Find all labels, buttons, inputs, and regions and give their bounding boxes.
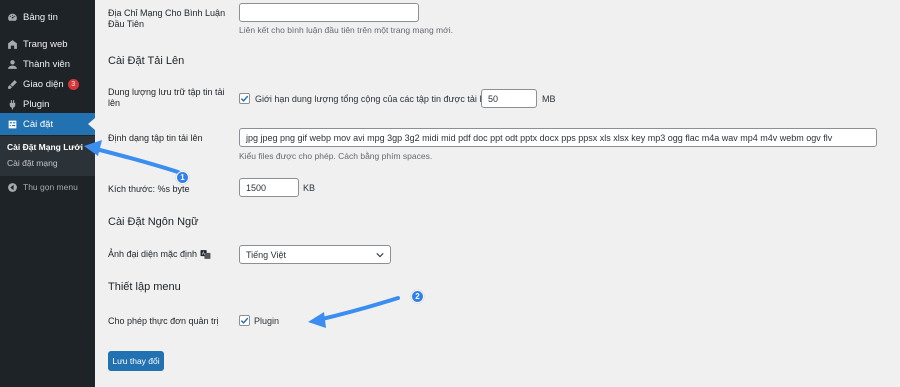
sidebar-item-appearance[interactable]: Giao diện 3 (0, 73, 95, 95)
sidebar-item-label: Trang web (23, 38, 68, 50)
sites-icon (5, 37, 19, 51)
max-upload-size-label: Kích thước: %s byte (108, 184, 190, 194)
sidebar-item-label: Thành viên (23, 58, 71, 70)
sidebar-item-label: Giao diện (23, 78, 64, 90)
sidebar-item-plugins[interactable]: Plugin (0, 93, 95, 115)
collapse-icon (5, 180, 19, 194)
comment-url-input[interactable] (239, 3, 419, 22)
users-icon (5, 57, 19, 71)
comment-url-label: Địa Chỉ Mạng Cho Bình Luận Đầu Tiên (108, 8, 226, 29)
translate-icon: A (200, 250, 211, 259)
admin-menu-label: Cho phép thực đơn quản trị (108, 316, 219, 326)
language-row-label: Ảnh đại diện mặc định A (108, 249, 211, 260)
max-upload-size-input[interactable]: 1500 (239, 178, 299, 197)
annotation-marker-2: 2 (411, 290, 424, 303)
save-changes-button[interactable]: Lưu thay đổi (108, 351, 164, 371)
upload-filetypes-label: Định dạng tập tin tải lên (108, 133, 203, 143)
upload-filetypes-input[interactable]: jpg jpeg png gif webp mov avi mpg 3gp 3g… (239, 128, 877, 147)
sidebar-item-label: Cài đặt (23, 118, 54, 130)
collapse-menu-button[interactable]: Thu gọn menu (0, 176, 95, 198)
upload-quota-label: Dung lượng lưu trữ tập tin tải lên (108, 87, 225, 108)
upload-filetypes-description: Kiểu files được cho phép. Cách bằng phím… (239, 151, 433, 161)
max-upload-size-unit: KB (303, 183, 316, 193)
menu-settings-heading: Thiết lập menu (108, 281, 181, 293)
settings-content: Địa Chỉ Mạng Cho Bình Luận Đầu Tiên Liên… (95, 0, 900, 387)
active-menu-arrow (88, 118, 95, 130)
submenu-network-setup[interactable]: Cài đặt mạng (7, 158, 58, 168)
sidebar-item-users[interactable]: Thành viên (0, 53, 95, 75)
submenu-network-settings[interactable]: Cài Đặt Mạng Lưới (7, 142, 83, 152)
plugin-menu-checkbox[interactable] (239, 315, 250, 326)
language-select-value: Tiếng Việt (246, 249, 287, 260)
sidebar-item-dashboard[interactable]: Bảng tin (0, 6, 95, 28)
appearance-icon (5, 77, 19, 91)
checkmark-icon (240, 317, 249, 324)
upload-quota-checkbox-label: Giới hạn dung lượng tổng cộng của các tậ… (255, 94, 501, 104)
settings-icon (5, 117, 19, 131)
checkmark-icon (240, 95, 249, 102)
comment-url-description: Liên kết cho bình luận đầu tiên trên một… (239, 25, 453, 35)
language-label: Ảnh đại diện mặc định (108, 249, 198, 259)
dashboard-icon (5, 10, 19, 24)
sidebar-item-sites[interactable]: Trang web (0, 33, 95, 55)
upload-quota-checkbox[interactable] (239, 93, 250, 104)
upload-settings-heading: Cài Đặt Tải Lên (108, 55, 185, 67)
annotation-marker-1: 1 (176, 171, 189, 184)
collapse-menu-label: Thu gọn menu (23, 182, 78, 192)
update-count-badge: 3 (67, 78, 79, 90)
language-settings-heading: Cài Đặt Ngôn Ngữ (108, 216, 199, 228)
svg-text:A: A (202, 251, 205, 257)
sidebar-item-settings[interactable]: Cài đặt (0, 113, 95, 135)
sidebar-item-label: Bảng tin (23, 11, 58, 23)
upload-quota-unit: MB (542, 94, 556, 104)
settings-submenu: Cài Đặt Mạng Lưới Cài đặt mạng (0, 136, 95, 176)
plugin-icon (5, 97, 19, 111)
admin-sidebar: Bảng tin Trang web Thành viên Giao diện … (0, 0, 95, 387)
upload-quota-input[interactable]: 50 (481, 89, 537, 108)
plugin-menu-checkbox-label: Plugin (254, 316, 280, 326)
chevron-down-icon (376, 253, 384, 258)
language-select[interactable]: Tiếng Việt (239, 245, 391, 264)
sidebar-item-label: Plugin (23, 98, 50, 110)
